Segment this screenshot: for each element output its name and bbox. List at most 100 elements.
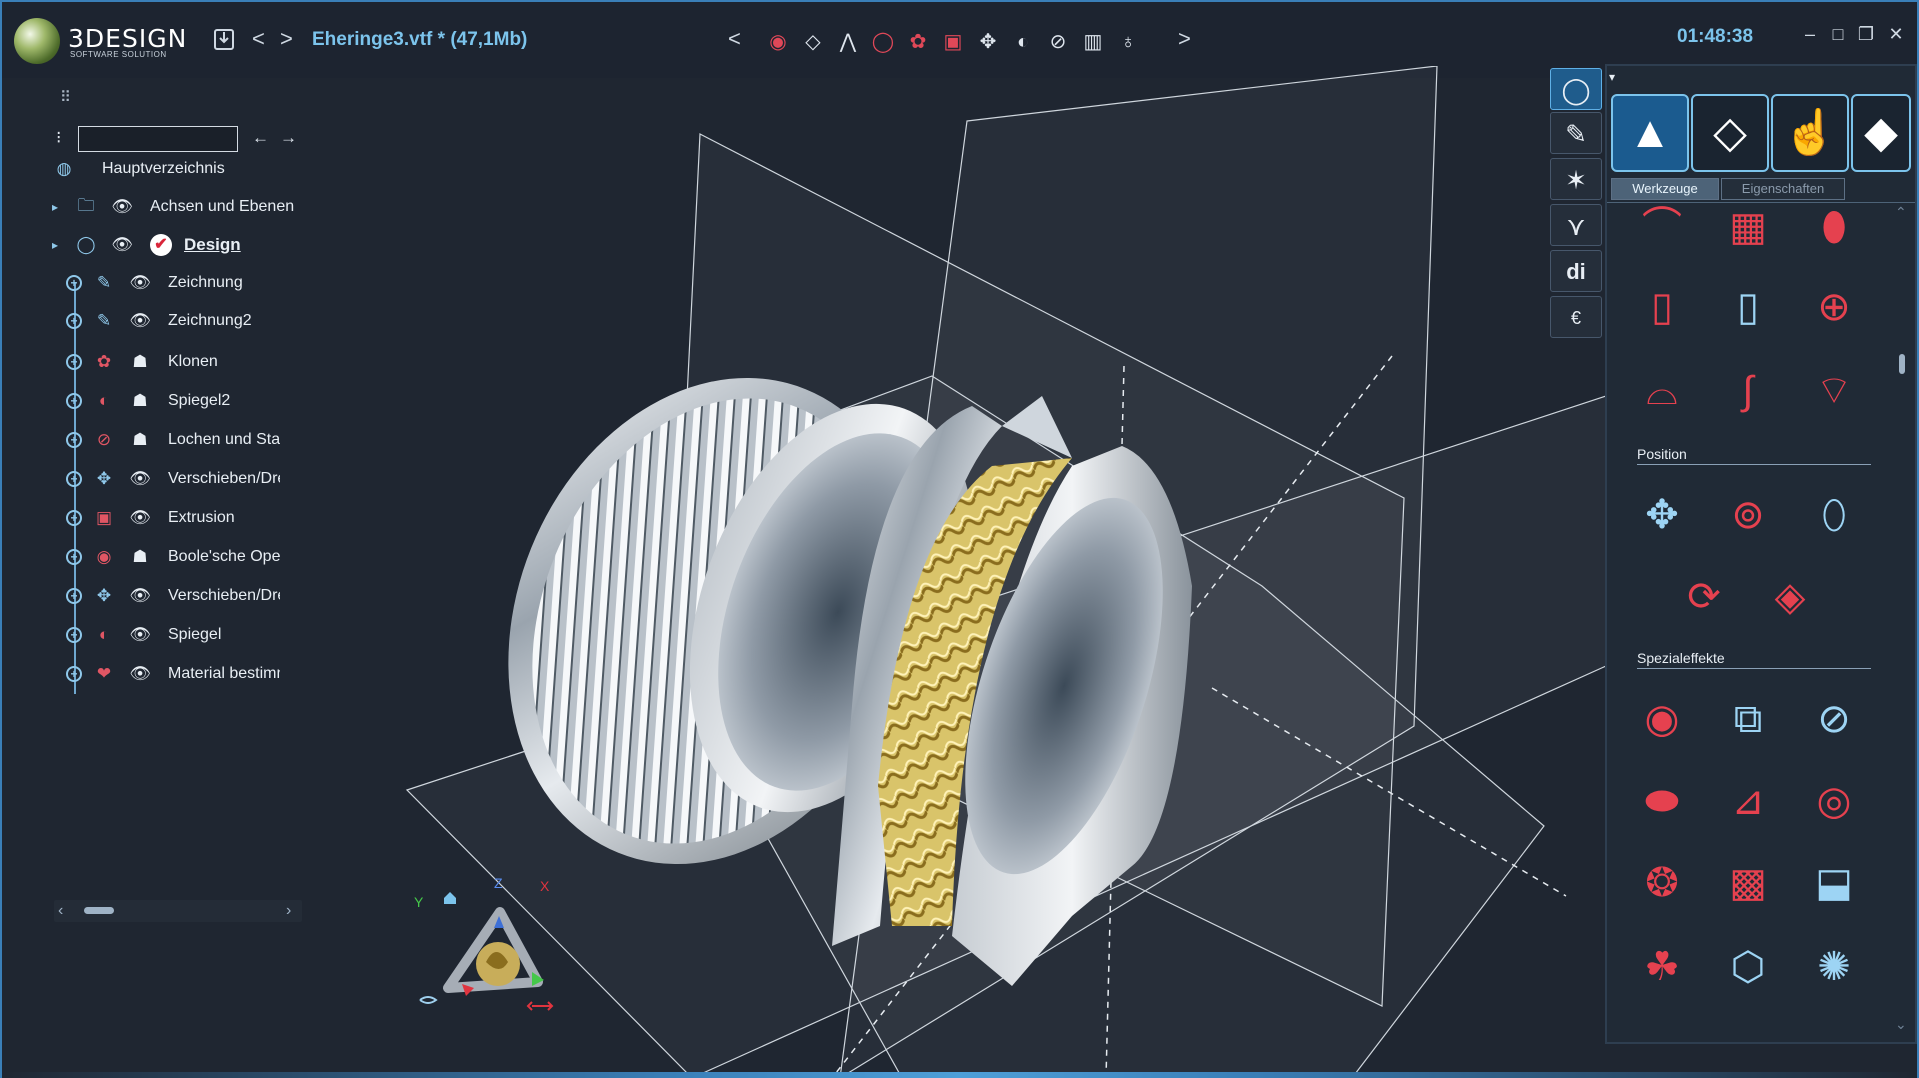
panel-scroll-down-icon[interactable]: ⌄ (1895, 1016, 1907, 1033)
tree-item[interactable]: ▸ ◯ 👁 ✔ Design (52, 230, 241, 260)
home-icon[interactable] (444, 892, 456, 904)
restore-button[interactable]: ❐ (1854, 22, 1878, 46)
visibility-eye-icon[interactable]: 👁 (128, 469, 152, 489)
celtic-knot-tool[interactable]: ☘ (1631, 936, 1693, 998)
expand-icon[interactable]: + (66, 510, 82, 526)
navigator-gizmo[interactable] (408, 872, 558, 1022)
hidden-ghost-icon[interactable]: ☗ (128, 391, 152, 411)
pendant-icon[interactable]: ♁ (1114, 28, 1142, 56)
tree-item[interactable]: + ▣ 👁 Extrusion (66, 503, 235, 533)
cylinder-tool[interactable]: ▯ (1631, 276, 1693, 338)
expand-icon[interactable]: + (66, 275, 82, 291)
mesh-mode-icon[interactable]: ✶ (1550, 158, 1602, 200)
cut-plane-tool[interactable]: ⊿ (1717, 770, 1779, 832)
scroll-left-icon[interactable]: ‹ (58, 900, 63, 922)
pierce-tool[interactable]: ⊘ (1803, 688, 1865, 750)
close-button[interactable]: ✕ (1884, 22, 1908, 46)
tree-back-arrow-icon[interactable]: ← (252, 128, 269, 148)
visibility-eye-icon[interactable]: 👁 (128, 664, 152, 684)
gem-icon[interactable]: ◇ (799, 28, 827, 56)
expand-icon[interactable]: + (66, 393, 82, 409)
loft-tool[interactable]: ⌓ (1631, 360, 1693, 422)
toolstrip-next-button[interactable]: > (1178, 26, 1191, 52)
tree-forward-arrow-icon[interactable]: → (280, 128, 297, 148)
view-navigator[interactable]: Z Y X (408, 872, 558, 1022)
tree-search-input[interactable] (78, 126, 238, 152)
di-mode-icon[interactable]: di (1550, 250, 1602, 292)
price-mode-icon[interactable]: € (1550, 296, 1602, 338)
visibility-eye-icon[interactable]: 👁 (110, 197, 134, 217)
tree-item[interactable]: + ⊘ ☗ Lochen und Stan (66, 425, 280, 455)
pierce-icon[interactable]: ⊘ (1044, 28, 1072, 56)
texture-tool[interactable]: ▩ (1717, 852, 1779, 914)
cylinder-transform-tool[interactable]: ⊕ (1803, 276, 1865, 338)
prong-icon[interactable]: ⋀ (834, 28, 862, 56)
split-tool[interactable]: ⬬ (1631, 770, 1693, 832)
tree-item[interactable]: + ✎ 👁 Zeichnung2 (66, 306, 252, 336)
tree-item[interactable]: + ✥ 👁 Verschieben/Drel (66, 464, 280, 494)
surface-grid-tool[interactable]: ▦ (1717, 196, 1779, 258)
curve-sweep-tool[interactable]: ∫ (1717, 360, 1779, 422)
transform-icon[interactable]: ✥ (974, 28, 1002, 56)
surface-sweep-tool[interactable]: ⌒ (1631, 196, 1693, 258)
hidden-ghost-icon[interactable]: ☗ (128, 430, 152, 450)
tree-list-icon[interactable]: ⁝ (56, 128, 61, 148)
visibility-eye-icon[interactable]: 👁 (128, 273, 152, 293)
panel-scroll-up-icon[interactable]: ⌃ (1895, 204, 1907, 221)
ring-icon[interactable]: ◯ (869, 28, 897, 56)
visibility-eye-icon[interactable]: 👁 (110, 235, 134, 255)
expand-icon[interactable]: + (66, 313, 82, 329)
primitives-icon[interactable]: ▲ (1611, 94, 1689, 172)
deform-tool[interactable]: ⌔ (1803, 360, 1865, 422)
emboss-tool[interactable]: ⬓ (1803, 852, 1865, 914)
hidden-ghost-icon[interactable]: ☗ (128, 352, 152, 372)
scroll-thumb[interactable] (84, 907, 114, 914)
collapse-arrow-icon[interactable]: ▸ (52, 200, 66, 214)
tree-item[interactable]: + ◐ ☗ Spiegel2 (66, 386, 230, 416)
cylinder-outline-tool[interactable]: ▯ (1717, 276, 1779, 338)
tree-item[interactable]: + ◉ ☗ Boole'sche Opera (66, 542, 280, 572)
diamond-icon[interactable]: ◇ (1691, 94, 1769, 172)
prong-mode-icon[interactable]: ⋎ (1550, 204, 1602, 246)
visibility-eye-icon[interactable]: 👁 (128, 586, 152, 606)
expand-icon[interactable]: + (66, 432, 82, 448)
expand-icon[interactable]: + (66, 588, 82, 604)
ring-mode-icon[interactable]: ◯ (1550, 68, 1602, 110)
move-rotate-tool[interactable]: ✥ (1631, 484, 1693, 546)
place-on-surface-tool[interactable]: ⊚ (1717, 484, 1779, 546)
expand-icon[interactable]: + (66, 471, 82, 487)
wireframe-tool[interactable]: ⬡ (1717, 936, 1779, 998)
3d-viewport[interactable]: Z Y X (312, 66, 1606, 1078)
puzzle-icon[interactable]: ◆ (1851, 94, 1911, 172)
grid-menu-icon[interactable]: ⠿ (60, 88, 71, 106)
expand-icon[interactable]: + (66, 354, 82, 370)
sketch-mode-icon[interactable]: ✎ (1550, 112, 1602, 154)
collapse-arrow-icon[interactable]: ▸ (52, 238, 66, 252)
visibility-eye-icon[interactable]: 👁 (128, 508, 152, 528)
project-tool[interactable]: ◈ (1759, 566, 1821, 628)
minimize-button[interactable]: – (1798, 22, 1822, 46)
intersect-tool[interactable]: ⧉ (1717, 688, 1779, 750)
tree-item[interactable]: + ❤ 👁 Material bestimm (66, 659, 280, 689)
mirror-icon[interactable]: ◐ (1009, 28, 1037, 56)
boolean-tool[interactable]: ◉ (1631, 688, 1693, 750)
tree-item[interactable]: + ◐ 👁 Spiegel (66, 620, 221, 650)
toolstrip-prev-button[interactable]: < (728, 26, 741, 52)
extrude-icon[interactable]: ▣ (939, 28, 967, 56)
ring-hand-icon[interactable]: ☝ (1771, 94, 1849, 172)
boolean-icon[interactable]: ◉ (764, 28, 792, 56)
drop-to-tool[interactable]: ⬯ (1803, 484, 1865, 546)
expand-icon[interactable]: + (66, 549, 82, 565)
geodesic-tool[interactable]: ✺ (1803, 936, 1865, 998)
material-tool[interactable]: ❂ (1631, 852, 1693, 914)
nav-back-button[interactable]: < (252, 26, 265, 52)
tree-item[interactable]: + ✿ ☗ Klonen (66, 347, 218, 377)
scroll-right-icon[interactable]: › (286, 900, 291, 922)
expand-icon[interactable]: + (66, 666, 82, 682)
maximize-button[interactable]: □ (1826, 22, 1850, 46)
save-icon[interactable] (212, 26, 236, 58)
surface-patch-tool[interactable]: ⬮ (1803, 196, 1865, 258)
nav-forward-button[interactable]: > (280, 26, 293, 52)
panel-menu-arrow-icon[interactable]: ▾ (1609, 70, 1615, 84)
tree-horizontal-scrollbar[interactable]: ‹ › (54, 900, 302, 922)
